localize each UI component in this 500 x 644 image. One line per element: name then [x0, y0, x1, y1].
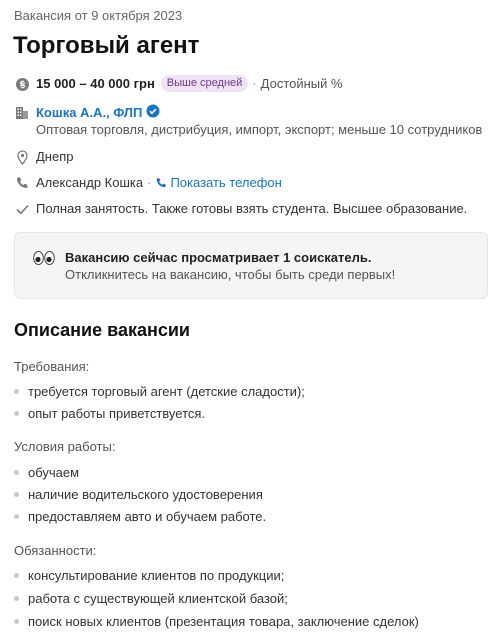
verified-icon [146, 104, 160, 123]
phone-link-icon [155, 174, 167, 192]
list-item: поиск новых клиентов (презентация товара… [14, 614, 419, 629]
list-item: предоставляем авто и обучаем работе. [14, 509, 266, 524]
location-pin-icon [14, 148, 30, 166]
conditions-row: Полная занятость. Также готовы взять сту… [14, 200, 467, 218]
vacancy-title: Торговый агент [13, 32, 200, 59]
checkmark-icon [14, 200, 30, 218]
list-item: наличие водительского удостоверения [14, 487, 263, 502]
bullet [14, 596, 19, 601]
eyes-icon [33, 250, 55, 271]
contact-name: Александр Кошка [36, 175, 144, 190]
notice-subtitle: Откликнитесь на вакансию, чтобы быть сре… [65, 267, 396, 282]
section-title-requirements: Требования: [14, 359, 90, 374]
location-row: Днепр [14, 148, 73, 166]
salary-separator: · [252, 76, 257, 91]
vacancy-page: Вакансия от 9 октября 2023 Торговый аген… [0, 0, 500, 644]
notice-title: Вакансию сейчас просматривает 1 соискате… [65, 250, 372, 265]
contact-separator: · [147, 175, 152, 190]
bullet [14, 470, 19, 475]
phone-icon [14, 174, 30, 192]
bullet [14, 389, 19, 394]
location-city: Днепр [36, 149, 74, 164]
company-description: Оптовая торговля, дистрибуция, импорт, э… [36, 122, 483, 137]
salary-badge: Выше средней [160, 75, 249, 92]
bullet [14, 514, 19, 519]
list-item: требуется торговый агент (детские сладос… [14, 384, 305, 399]
show-phone-link[interactable]: Показать телефон [170, 174, 281, 192]
conditions-text: Полная занятость. Также готовы взять сту… [36, 201, 468, 216]
list-item: обучаем [14, 465, 79, 480]
list-item: консультирование клиентов по продукции; [14, 568, 284, 583]
company-row: Кошка А.А., ФЛП [14, 104, 160, 123]
viewers-notice: Вакансию сейчас просматривает 1 соискате… [14, 232, 488, 299]
section-title-duties: Обязанности: [14, 543, 97, 558]
salary-note: Достойный % [260, 76, 343, 91]
vacancy-date: Вакансия от 9 октября 2023 [14, 8, 183, 23]
description-heading: Описание вакансии [14, 320, 191, 340]
bullet [14, 411, 19, 416]
building-icon [14, 104, 30, 122]
bullet [14, 573, 19, 578]
bullet [14, 492, 19, 497]
currency-icon [14, 75, 30, 93]
section-title-conditions: Условия работы: [14, 439, 116, 454]
salary-row: 15 000 – 40 000 грн Выше средней · Досто… [14, 75, 343, 93]
salary-amount: 15 000 – 40 000 грн [36, 76, 155, 91]
list-item: работа с существующей клиентской базой; [14, 591, 288, 606]
bullet [14, 619, 19, 624]
list-item: опыт работы приветствуется. [14, 406, 205, 421]
contact-row: Александр Кошка · Показать телефон [14, 174, 282, 192]
company-name-link[interactable]: Кошка А.А., ФЛП [36, 104, 142, 122]
